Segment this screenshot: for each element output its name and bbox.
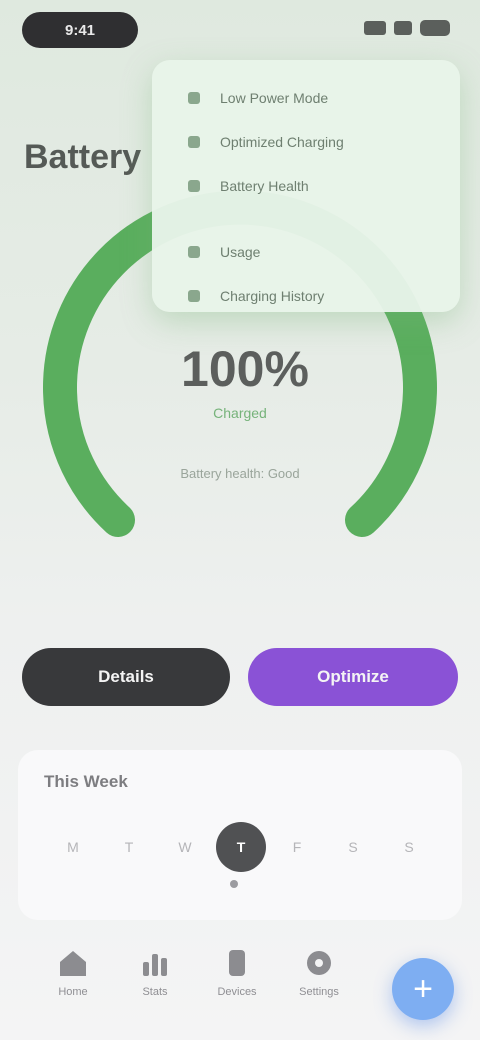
tab-label: Settings bbox=[299, 986, 339, 998]
options-menu: Low Power Mode Optimized Charging Batter… bbox=[152, 60, 460, 312]
week-card: This Week M T W T F S S bbox=[18, 750, 462, 920]
home-icon bbox=[60, 951, 86, 976]
menu-item-battery-health[interactable]: Battery Health bbox=[152, 164, 460, 208]
day-thursday[interactable]: T bbox=[216, 822, 266, 872]
day-saturday[interactable]: S bbox=[328, 822, 378, 872]
tab-settings[interactable]: Settings bbox=[284, 946, 354, 1016]
menu-item-low-power[interactable]: Low Power Mode bbox=[152, 76, 460, 120]
gauge-caption: Battery health: Good bbox=[180, 466, 300, 481]
active-day-indicator bbox=[230, 880, 238, 888]
tab-label: Home bbox=[58, 986, 88, 998]
day-sunday[interactable]: S bbox=[384, 822, 434, 872]
day-wednesday[interactable]: W bbox=[160, 822, 210, 872]
menu-item-optimized-charging[interactable]: Optimized Charging bbox=[152, 120, 460, 164]
optimize-button[interactable]: Optimize bbox=[248, 648, 458, 706]
day-tuesday[interactable]: T bbox=[104, 822, 154, 872]
battery-icon bbox=[420, 20, 450, 36]
day-monday[interactable]: M bbox=[48, 822, 98, 872]
menu-item-label: Optimized Charging bbox=[220, 134, 344, 150]
menu-item-label: Charging History bbox=[220, 288, 325, 304]
tab-bar: Home Stats Devices Settings + bbox=[0, 930, 480, 1040]
tab-label: Devices bbox=[217, 986, 257, 998]
status-icons bbox=[364, 20, 450, 36]
tab-stats[interactable]: Stats bbox=[120, 946, 190, 1016]
bolt-icon bbox=[188, 92, 200, 104]
page-title: Battery bbox=[24, 138, 142, 176]
menu-item-charging-history[interactable]: Charging History bbox=[152, 274, 460, 318]
details-button[interactable]: Details bbox=[22, 648, 230, 706]
plug-icon bbox=[188, 136, 200, 148]
week-title: This Week bbox=[44, 772, 128, 791]
status-time: 9:41 bbox=[22, 12, 138, 48]
wifi-icon bbox=[394, 21, 412, 35]
signal-icon bbox=[364, 21, 386, 35]
gauge-value: 100% bbox=[181, 341, 309, 397]
chart-icon bbox=[188, 246, 200, 258]
gear-icon bbox=[307, 951, 331, 975]
add-button[interactable]: + bbox=[392, 958, 454, 1020]
gauge-status: Charged bbox=[213, 405, 267, 421]
week-day-selector: M T W T F S S bbox=[48, 822, 438, 872]
status-bar: 9:41 bbox=[22, 12, 450, 48]
tab-home[interactable]: Home bbox=[38, 946, 108, 1016]
heart-icon bbox=[188, 180, 200, 192]
menu-item-label: Battery Health bbox=[220, 178, 309, 194]
stats-icon bbox=[143, 954, 167, 976]
menu-item-label: Usage bbox=[220, 244, 261, 260]
devices-icon bbox=[229, 950, 245, 976]
menu-item-usage[interactable]: Usage bbox=[152, 230, 460, 274]
action-buttons: Details Optimize bbox=[22, 648, 458, 706]
tab-label: Stats bbox=[142, 986, 168, 998]
tab-devices[interactable]: Devices bbox=[202, 946, 272, 1016]
day-friday[interactable]: F bbox=[272, 822, 322, 872]
clock-icon bbox=[188, 290, 200, 302]
menu-item-label: Low Power Mode bbox=[220, 90, 329, 106]
